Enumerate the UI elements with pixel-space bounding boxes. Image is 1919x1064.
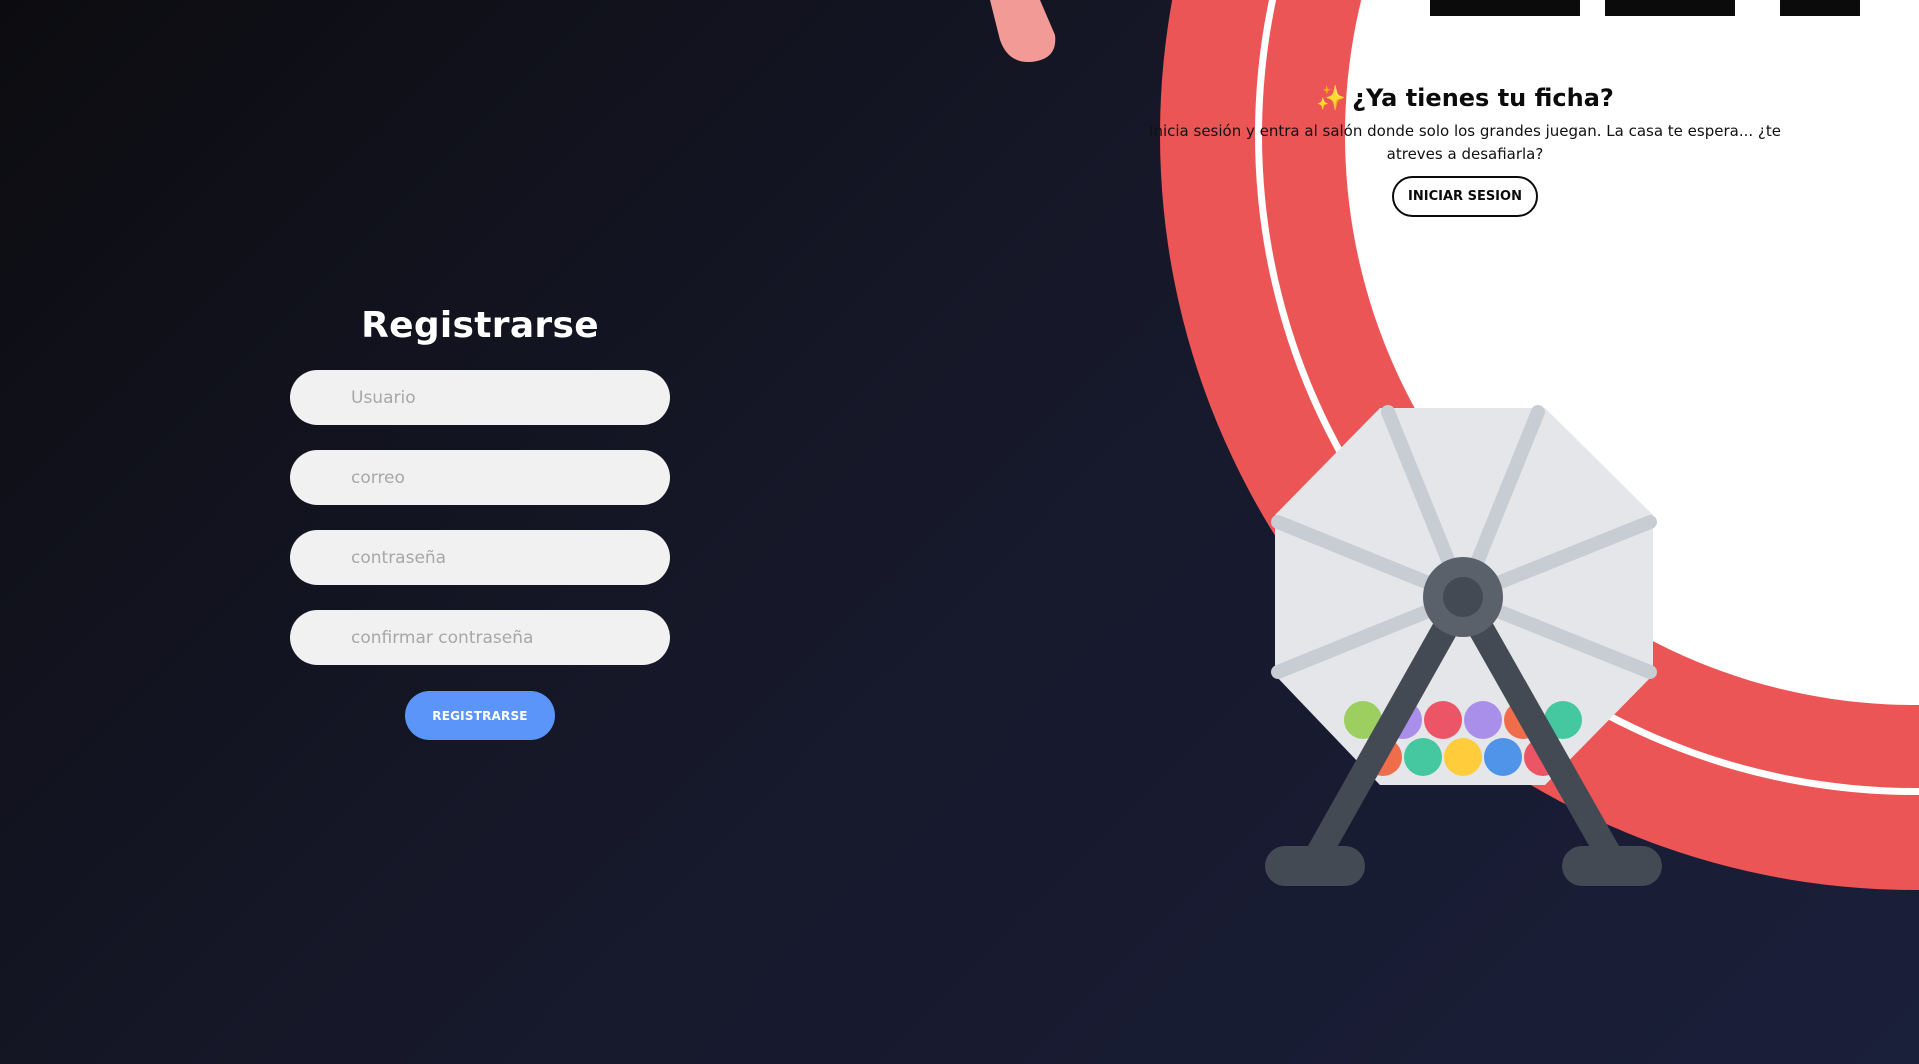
glyph-fragment-4: [1780, 0, 1860, 16]
sparkle-icon: ✨: [1316, 84, 1347, 112]
password-input[interactable]: [290, 530, 670, 585]
register-title: Registrarse: [361, 305, 599, 346]
highlight-streak: [990, 0, 1056, 63]
glyph-fragment-1: [1430, 0, 1580, 16]
email-input[interactable]: [290, 450, 670, 505]
glyph-fragment-3: [1605, 0, 1735, 16]
login-title: ✨ ¿Ya tienes tu ficha?: [1316, 84, 1614, 112]
glyph-fragment-2: [1500, 0, 1560, 16]
login-title-text: ¿Ya tienes tu ficha?: [1352, 84, 1614, 112]
login-button[interactable]: INICIAR SESION: [1392, 176, 1538, 217]
login-prompt: ✨ ¿Ya tienes tu ficha? Inicia sesión y en…: [1140, 84, 1790, 217]
stand-foot-left: [1265, 846, 1365, 886]
username-input[interactable]: [290, 370, 670, 425]
confirm-password-input[interactable]: [290, 610, 670, 665]
drum-hub-center: [1443, 577, 1483, 617]
register-button[interactable]: REGISTRARSE: [405, 691, 555, 740]
drum-body: [1275, 408, 1653, 785]
register-form: Registrarse REGISTRARSE: [290, 305, 670, 740]
login-description: Inicia sesión y entra al salón donde sol…: [1149, 122, 1781, 163]
lottery-balls: [1344, 701, 1582, 776]
drum-hub: [1423, 557, 1503, 637]
stand-foot-right: [1562, 846, 1662, 886]
